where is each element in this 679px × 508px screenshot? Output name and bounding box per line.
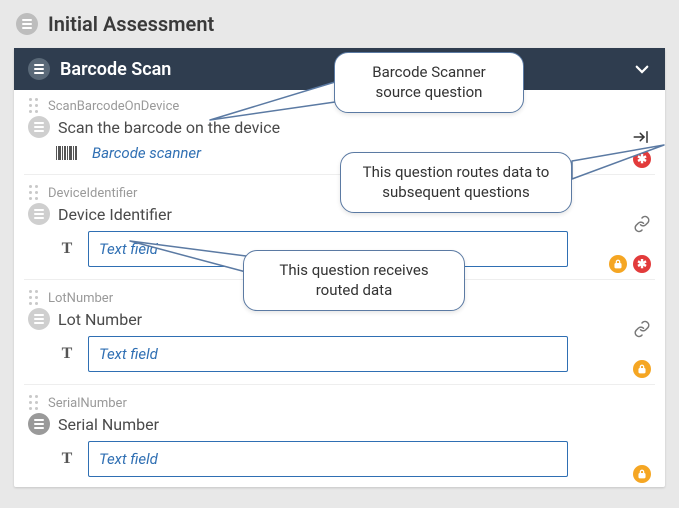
required-badge[interactable]: ✱ [633, 150, 651, 168]
text-type-icon: T [56, 450, 78, 468]
link-icon[interactable] [633, 215, 651, 233]
text-type-icon: T [56, 345, 78, 363]
question-actions [631, 128, 651, 146]
callout-source-question: Barcode Scanner source question [334, 52, 524, 113]
section-menu-icon[interactable] [28, 58, 50, 80]
barcode-icon [56, 146, 82, 160]
section-title: Barcode Scan [60, 59, 171, 80]
page-title: Initial Assessment [48, 12, 214, 36]
lock-badge[interactable] [633, 360, 651, 378]
lock-badge[interactable] [609, 255, 627, 273]
question-label: Lot Number [58, 310, 142, 329]
link-icon[interactable] [633, 320, 651, 338]
question-label: Device Identifier [58, 205, 172, 224]
question-id: DeviceIdentifier [48, 186, 137, 201]
lot-number-input[interactable] [88, 336, 568, 372]
drag-handle-icon[interactable] [28, 395, 40, 411]
question-label: Scan the barcode on the device [58, 118, 280, 137]
callout-receives-data: This question receives routed data [243, 250, 465, 311]
question-id: LotNumber [48, 291, 113, 306]
page-header: Initial Assessment [0, 0, 679, 48]
question-menu-icon[interactable] [28, 413, 50, 435]
question-menu-icon[interactable] [28, 308, 50, 330]
required-badge[interactable]: ✱ [633, 255, 651, 273]
route-out-icon[interactable] [631, 128, 651, 146]
question-id: SerialNumber [48, 396, 127, 411]
field-type-label[interactable]: Barcode scanner [92, 144, 201, 162]
question-menu-icon[interactable] [28, 203, 50, 225]
question-label: Serial Number [58, 415, 159, 434]
drag-handle-icon[interactable] [28, 185, 40, 201]
question-serial-number: SerialNumber Serial Number T [14, 387, 665, 487]
serial-number-input[interactable] [88, 441, 568, 477]
lock-badge[interactable] [633, 465, 651, 483]
question-menu-icon[interactable] [28, 116, 50, 138]
drag-handle-icon[interactable] [28, 290, 40, 306]
chevron-down-icon[interactable] [633, 60, 651, 78]
page-menu-icon[interactable] [16, 13, 38, 35]
question-id: ScanBarcodeOnDevice [48, 99, 179, 114]
drag-handle-icon[interactable] [28, 98, 40, 114]
text-type-icon: T [56, 240, 78, 258]
callout-routes-data: This question routes data to subsequent … [340, 152, 572, 213]
